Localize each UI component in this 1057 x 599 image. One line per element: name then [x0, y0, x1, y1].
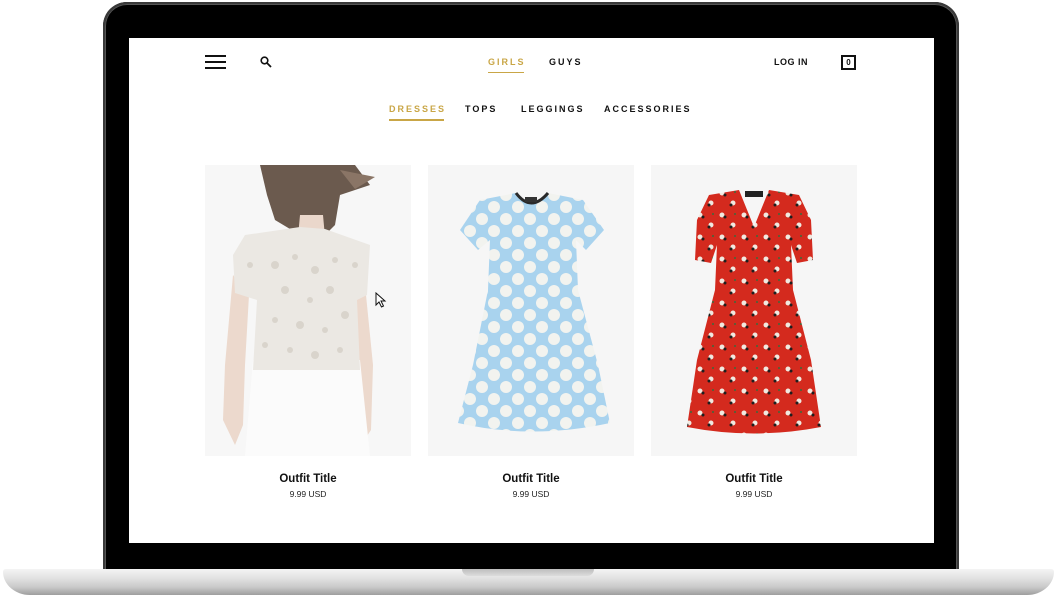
category-dresses[interactable]: DRESSES — [389, 104, 446, 121]
tab-girls[interactable]: GIRLS — [488, 57, 526, 73]
cart-button[interactable]: 0 — [841, 55, 856, 70]
product-card[interactable]: Outfit Title 9.99 USD — [205, 165, 411, 499]
product-title[interactable]: Outfit Title — [651, 473, 857, 485]
tab-guys[interactable]: GUYS — [549, 57, 583, 67]
product-price: 9.99 USD — [289, 489, 327, 499]
product-title[interactable]: Outfit Title — [205, 473, 411, 485]
category-tops[interactable]: TOPS — [465, 104, 497, 114]
category-accessories[interactable]: ACCESSORIES — [604, 104, 692, 114]
product-title[interactable]: Outfit Title — [428, 473, 634, 485]
product-card[interactable]: Outfit Title 9.99 USD — [651, 165, 857, 499]
hamburger-menu-icon[interactable] — [205, 55, 226, 71]
laptop-notch — [462, 569, 594, 576]
polka-dot-dress-photo[interactable] — [428, 165, 634, 456]
product-card[interactable]: Outfit Title 9.99 USD — [428, 165, 634, 499]
product-price: 9.99 USD — [512, 489, 550, 499]
product-price: 9.99 USD — [735, 489, 773, 499]
red-floral-dress-photo[interactable] — [651, 165, 857, 456]
lace-top-photo[interactable] — [205, 165, 411, 456]
login-link[interactable]: LOG IN — [774, 57, 808, 67]
web-page: GIRLS GUYS LOG IN 0 DRESSES TOPS LEGGING… — [129, 38, 934, 543]
search-icon[interactable] — [260, 56, 272, 68]
category-leggings[interactable]: LEGGINGS — [521, 104, 585, 114]
mouse-cursor-icon — [375, 292, 387, 308]
